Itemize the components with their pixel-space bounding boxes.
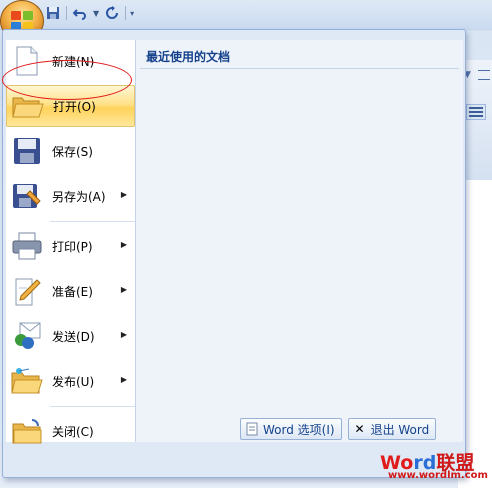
save-icon[interactable] [44, 4, 62, 22]
submenu-arrow-icon: ▶ [120, 240, 127, 249]
menu-item-label: 准备(E) [52, 284, 93, 299]
menu-item-label: 打印(P) [52, 239, 93, 254]
undo-icon[interactable] [71, 4, 89, 22]
menu-footer: Word 选项(I) ✕ 退出 Word [240, 418, 437, 440]
toolbar-separator [125, 6, 127, 20]
menu-item-label: 保存(S) [52, 144, 93, 159]
office-menu-body: 新建(N) 打开(O) 保存(S) 另存为(A) ▶ 打印(P) ▶ 准备(E)… [6, 40, 464, 444]
undo-dropdown-icon[interactable]: ▼ [93, 9, 99, 18]
word-options-button[interactable]: Word 选项(I) [240, 418, 342, 440]
printer-icon [10, 229, 44, 263]
menu-item-print[interactable]: 打印(P) ▶ [6, 225, 135, 267]
menu-item-close[interactable]: 关闭(C) [6, 410, 135, 452]
prepare-icon [10, 274, 44, 308]
quick-access-toolbar: ▼ ▾ [44, 3, 134, 23]
menu-separator [50, 406, 135, 407]
annotation-circle [2, 60, 132, 100]
recent-documents-title: 最近使用的文档 [146, 50, 231, 64]
recent-documents-divider [140, 68, 459, 69]
ribbon-list-icon[interactable] [478, 70, 490, 80]
align-justify-icon[interactable] [466, 104, 486, 120]
close-document-icon [10, 414, 44, 448]
publish-icon [10, 364, 44, 398]
redo-icon[interactable] [103, 4, 121, 22]
submenu-arrow-icon: ▶ [120, 330, 127, 339]
menu-item-label: 发布(U) [52, 374, 95, 389]
menu-item-send[interactable]: 发送(D) ▶ [6, 315, 135, 357]
send-icon [10, 319, 44, 353]
recent-documents-pane: 最近使用的文档 [136, 40, 463, 442]
exit-word-label: 退出 Word [370, 422, 430, 437]
submenu-arrow-icon: ▶ [120, 375, 127, 384]
menu-item-label: 关闭(C) [52, 424, 94, 439]
menu-item-label: 另存为(A) [52, 189, 106, 204]
save-as-icon [10, 179, 44, 213]
customize-icon[interactable]: ▾ [130, 9, 134, 18]
menu-separator [50, 221, 135, 222]
word-options-label: Word 选项(I) [263, 422, 335, 437]
menu-item-save[interactable]: 保存(S) [6, 130, 135, 172]
exit-word-button[interactable]: ✕ 退出 Word [347, 418, 437, 440]
exit-x-icon: ✕ [354, 422, 365, 436]
watermark-url: www.wordlm.com [388, 470, 488, 481]
save-disk-icon [10, 134, 44, 168]
menu-item-label: 发送(D) [52, 329, 95, 344]
menu-commands-pane: 新建(N) 打开(O) 保存(S) 另存为(A) ▶ 打印(P) ▶ 准备(E)… [6, 40, 136, 444]
office-logo-icon [11, 11, 33, 31]
menu-item-prepare[interactable]: 准备(E) ▶ [6, 270, 135, 312]
menu-item-label: 打开(O) [53, 99, 96, 114]
options-icon [245, 422, 259, 436]
submenu-arrow-icon: ▶ [120, 190, 127, 199]
watermark: Word联盟 www.wordlm.com [380, 448, 488, 481]
menu-item-save-as[interactable]: 另存为(A) ▶ [6, 175, 135, 217]
toolbar-separator [66, 6, 67, 20]
submenu-arrow-icon: ▶ [120, 285, 127, 294]
menu-item-publish[interactable]: 发布(U) ▶ [6, 360, 135, 402]
